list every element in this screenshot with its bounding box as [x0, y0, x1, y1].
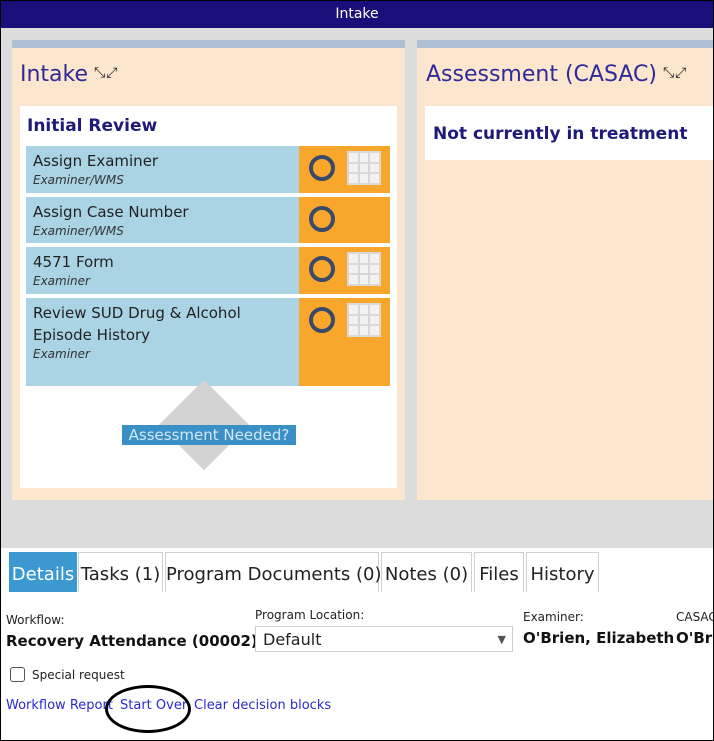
decision-label[interactable]: Assessment Needed? [122, 425, 296, 445]
lane-header-bar [12, 40, 405, 48]
stage-card-not-in-treatment: Not currently in treatment [425, 106, 713, 160]
tab-tasks[interactable]: Tasks (1) [78, 552, 163, 592]
task-assign-case-number[interactable]: Assign Case Number Examiner/WMS [26, 197, 390, 243]
chevron-down-icon: ▼ [497, 633, 506, 646]
workflow-report-link[interactable]: Workflow Report [6, 698, 113, 713]
lane-title-text: Intake [20, 62, 89, 87]
clear-decision-blocks-link[interactable]: Clear decision blocks [194, 698, 331, 713]
program-location-value: Default [263, 630, 322, 649]
lane-title-text: Assessment (CASAC) [426, 62, 657, 87]
task-name: Assign Case Number [33, 203, 189, 221]
program-location-label: Program Location: [255, 608, 365, 622]
workflow-value: Recovery Attendance (00002) [6, 632, 258, 650]
stage-title: Initial Review [27, 116, 158, 136]
grid-icon[interactable] [347, 151, 381, 185]
status-circle-icon[interactable] [309, 256, 335, 282]
detail-tabs: Details Tasks (1) Program Documents (0) … [1, 552, 713, 592]
casac-value: O'Bri [676, 629, 714, 647]
workflow-board: Intake ⤡⤢ Initial Review Assign Examiner E… [1, 28, 713, 548]
window-title: Intake [1, 1, 713, 28]
tab-details[interactable]: Details [9, 552, 77, 592]
stage-title: Not currently in treatment [433, 124, 688, 144]
task-name: Assign Examiner [33, 152, 159, 170]
task-name: 4571 Form [33, 253, 114, 271]
expand-collapse-icon[interactable]: ⤡⤢ [94, 65, 118, 81]
lane-assessment-casac: Assessment (CASAC) ⤡⤢ Not currently in tr… [417, 40, 713, 500]
grid-icon[interactable] [347, 252, 381, 286]
expand-collapse-icon[interactable]: ⤡⤢ [663, 65, 687, 81]
lane-title: Intake ⤡⤢ [20, 62, 118, 87]
task-actions [299, 298, 390, 386]
tab-files[interactable]: Files [474, 552, 524, 592]
task-role: Examiner/WMS [33, 224, 124, 238]
task-actions [299, 197, 390, 243]
task-role: Examiner [33, 274, 90, 288]
special-request-checkbox[interactable] [10, 667, 25, 682]
grid-icon[interactable] [347, 303, 381, 337]
task-name: Review SUD Drug & Alcohol Episode Histor… [33, 304, 241, 344]
status-circle-icon[interactable] [309, 155, 335, 181]
highlight-circle [105, 685, 191, 733]
task-4571-form[interactable]: 4571 Form Examiner [26, 247, 390, 294]
lane-title: Assessment (CASAC) ⤡⤢ [426, 62, 687, 87]
tab-history[interactable]: History [526, 552, 599, 592]
special-request-label: Special request [32, 668, 125, 682]
task-role: Examiner [33, 347, 90, 361]
status-circle-icon[interactable] [309, 206, 335, 232]
examiner-label: Examiner: [523, 610, 584, 624]
app-frame: Intake Intake ⤡⤢ Initial Review Assign Ex… [0, 0, 714, 741]
program-location-select[interactable]: Default ▼ [255, 626, 513, 652]
status-circle-icon[interactable] [309, 307, 335, 333]
task-review-sud-history[interactable]: Review SUD Drug & Alcohol Episode Histor… [26, 298, 390, 386]
tab-notes[interactable]: Notes (0) [381, 552, 472, 592]
task-assign-examiner[interactable]: Assign Examiner Examiner/WMS [26, 146, 390, 193]
casac-label: CASAC [676, 610, 714, 624]
task-role: Examiner/WMS [33, 173, 124, 187]
task-actions [299, 247, 390, 294]
task-actions [299, 146, 390, 193]
workflow-label: Workflow: [6, 613, 65, 627]
lane-header-bar [417, 40, 713, 48]
tab-program-documents[interactable]: Program Documents (0) [165, 552, 382, 592]
examiner-value: O'Brien, Elizabeth [523, 629, 675, 647]
